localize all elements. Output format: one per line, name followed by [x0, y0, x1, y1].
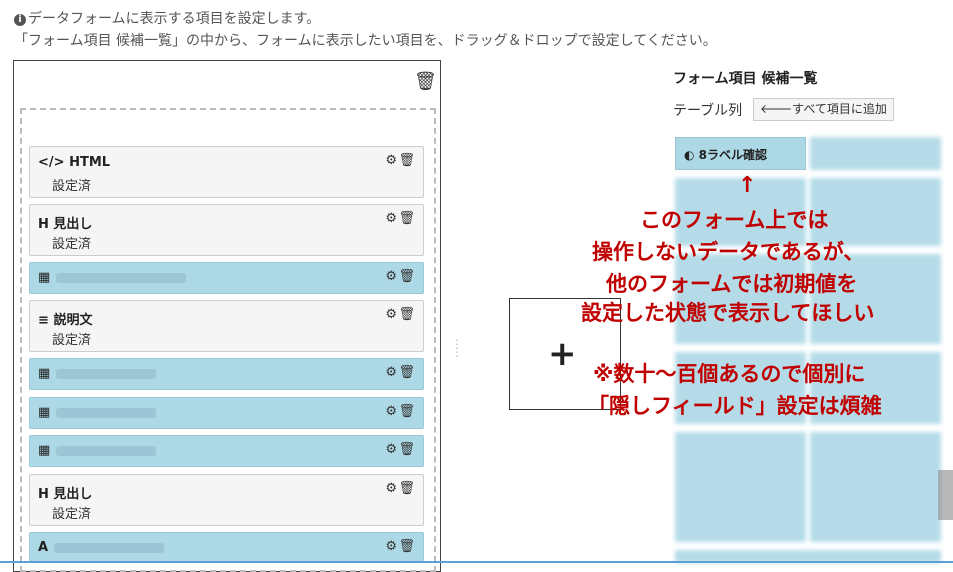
- gear-icon[interactable]: ⚙: [385, 539, 397, 554]
- gear-icon[interactable]: ⚙: [385, 481, 397, 496]
- candidate-item[interactable]: [675, 432, 806, 542]
- form-item-table-column[interactable]: ▦ ⚙ 🗑: [29, 435, 424, 467]
- gear-icon[interactable]: ⚙: [385, 442, 397, 457]
- trash-icon[interactable]: 🗑: [398, 481, 415, 496]
- annotation-line-4: 設定した状態で表示してほしい: [581, 301, 875, 325]
- form-item-heading[interactable]: H 見出し 設定済 ⚙ 🗑: [29, 474, 424, 526]
- blurred-label: [56, 407, 157, 418]
- annotation-line-2: 操作しないデータであるが、: [592, 240, 865, 264]
- form-item-status: 設定済: [52, 237, 92, 252]
- form-item-description[interactable]: ≡ 説明文 設定済 ⚙ 🗑: [29, 300, 424, 352]
- plus-icon[interactable]: +: [548, 334, 577, 374]
- form-item-html[interactable]: </> HTML 設定済 ⚙ 🗑: [29, 146, 424, 198]
- form-item-title: HTML: [69, 155, 111, 170]
- trash-icon[interactable]: 🗑: [398, 365, 415, 380]
- form-item-status: 設定済: [52, 333, 92, 348]
- blurred-label: [56, 272, 187, 283]
- gear-icon[interactable]: ⚙: [385, 211, 397, 226]
- gear-icon[interactable]: ⚙: [385, 365, 397, 380]
- table-icon: ▦: [38, 443, 51, 458]
- table-icon: ▦: [38, 270, 51, 285]
- trash-icon[interactable]: 🗑: [398, 153, 415, 168]
- blurred-label: [56, 445, 157, 456]
- trash-icon[interactable]: 🗑: [414, 71, 437, 92]
- form-item-title: 見出し: [53, 487, 93, 502]
- form-item-text-field[interactable]: A ⚙ 🗑: [29, 532, 424, 562]
- form-item-title: 説明文: [53, 313, 93, 328]
- candidate-item[interactable]: [810, 432, 941, 542]
- trash-icon[interactable]: 🗑: [398, 307, 415, 322]
- trash-icon[interactable]: 🗑: [398, 539, 415, 554]
- text-icon: A: [38, 540, 49, 555]
- annotation-line-3: 他のフォームでは初期値を: [606, 272, 858, 296]
- info-text-2: 「フォーム項目 候補一覧」の中から、フォームに表示したい項目を、ドラッグ＆ドロッ…: [14, 33, 717, 49]
- form-item-status: 設定済: [52, 179, 92, 194]
- heading-icon: H: [38, 217, 49, 232]
- code-icon: </>: [38, 155, 65, 170]
- form-item-title: 見出し: [53, 217, 93, 232]
- trash-icon[interactable]: 🗑: [398, 404, 415, 419]
- drag-handle[interactable]: ⋮ ⋮: [451, 338, 463, 368]
- gear-icon[interactable]: ⚙: [385, 269, 397, 284]
- table-icon: ▦: [38, 405, 51, 420]
- info-line-1: i データフォームに表示する項目を設定します。: [14, 8, 320, 28]
- annotation-line-5: ※数十〜百個あるので個別に: [593, 362, 866, 386]
- form-item-table-column[interactable]: ▦ ⚙ 🗑: [29, 262, 424, 294]
- gear-icon[interactable]: ⚙: [385, 153, 397, 168]
- table-icon: ▦: [38, 366, 51, 381]
- scrollbar[interactable]: [938, 470, 953, 520]
- form-item-status: 設定済: [52, 507, 92, 522]
- table-column-label: テーブル列: [673, 103, 743, 119]
- trash-icon[interactable]: 🗑: [398, 442, 415, 457]
- blurred-label: [54, 542, 165, 553]
- trash-icon[interactable]: 🗑: [398, 269, 415, 284]
- candidate-item[interactable]: [810, 137, 941, 170]
- form-item-heading[interactable]: H 見出し 設定済 ⚙ 🗑: [29, 204, 424, 256]
- add-all-button[interactable]: 🡐すべて項目に追加: [753, 98, 894, 121]
- candidate-item-label-confirm[interactable]: ◐ 8ラベル確認: [675, 137, 806, 170]
- blurred-label: [56, 368, 157, 379]
- info-text-1: データフォームに表示する項目を設定します。: [28, 11, 321, 27]
- form-item-table-column[interactable]: ▦ ⚙ 🗑: [29, 358, 424, 390]
- gear-icon[interactable]: ⚙: [385, 404, 397, 419]
- annotation-line-1: このフォーム上では: [640, 208, 829, 232]
- list-icon: ≡: [38, 313, 49, 328]
- info-line-2: 「フォーム項目 候補一覧」の中から、フォームに表示したい項目を、ドラッグ＆ドロッ…: [14, 30, 717, 50]
- annotation-line-6: 「隠しフィールド」設定は煩雑: [588, 394, 882, 418]
- trash-icon[interactable]: 🗑: [398, 211, 415, 226]
- gear-icon[interactable]: ⚙: [385, 307, 397, 322]
- heading-icon: H: [38, 487, 49, 502]
- candidate-list-title: フォーム項目 候補一覧: [673, 71, 818, 87]
- form-item-table-column[interactable]: ▦ ⚙ 🗑: [29, 397, 424, 429]
- annotation-arrow: ↑: [738, 173, 757, 198]
- info-icon: i: [14, 14, 26, 26]
